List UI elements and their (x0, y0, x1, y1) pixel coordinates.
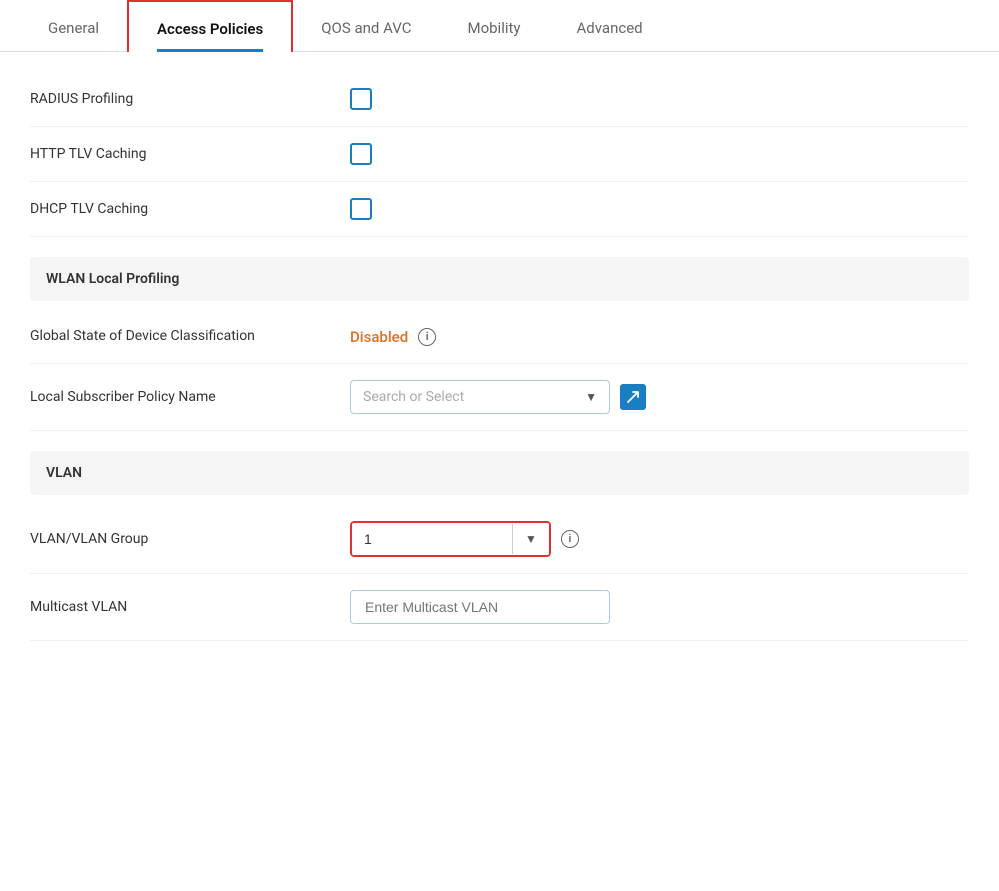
global-state-label: Global State of Device Classification (30, 327, 350, 347)
vlan-group-input-wrapper: ▼ (350, 521, 551, 557)
multicast-vlan-label: Multicast VLAN (30, 599, 350, 615)
radius-profiling-checkbox[interactable] (350, 88, 372, 110)
local-subscriber-external-link-icon[interactable] (620, 384, 646, 410)
http-tlv-caching-label: HTTP TLV Caching (30, 146, 350, 162)
vlan-group-row: VLAN/VLAN Group ▼ i (30, 505, 969, 574)
tab-bar: General Access Policies QOS and AVC Mobi… (0, 0, 999, 52)
tab-qos-avc[interactable]: QOS and AVC (293, 1, 439, 51)
vlan-section-header: VLAN (30, 451, 969, 495)
local-subscriber-control: Search or Select ▼ (350, 380, 969, 414)
radius-profiling-label: RADIUS Profiling (30, 91, 350, 107)
dhcp-tlv-caching-checkbox[interactable] (350, 198, 372, 220)
vlan-group-dropdown-btn[interactable]: ▼ (512, 524, 549, 554)
multicast-vlan-control (350, 590, 969, 624)
local-subscriber-label: Local Subscriber Policy Name (30, 389, 350, 405)
vlan-group-label: VLAN/VLAN Group (30, 531, 350, 547)
dhcp-tlv-caching-label: DHCP TLV Caching (30, 201, 350, 217)
wlan-local-profiling-header: WLAN Local Profiling (30, 257, 969, 301)
http-tlv-caching-checkbox[interactable] (350, 143, 372, 165)
vlan-group-control: ▼ i (350, 521, 969, 557)
vlan-group-input-group: ▼ (350, 521, 551, 557)
dhcp-tlv-caching-control (350, 198, 969, 220)
local-subscriber-row: Local Subscriber Policy Name Search or S… (30, 364, 969, 431)
global-state-value: Disabled (350, 328, 408, 346)
vlan-group-input[interactable] (352, 523, 512, 555)
local-subscriber-placeholder: Search or Select (363, 389, 464, 405)
tab-mobility[interactable]: Mobility (439, 1, 548, 51)
multicast-vlan-input[interactable] (350, 590, 610, 624)
http-tlv-caching-control (350, 143, 969, 165)
global-state-row: Global State of Device Classification Di… (30, 311, 969, 364)
dhcp-tlv-caching-row: DHCP TLV Caching (30, 182, 969, 237)
tab-access-policies[interactable]: Access Policies (127, 0, 293, 52)
radius-profiling-control (350, 88, 969, 110)
tab-general[interactable]: General (20, 1, 127, 51)
global-state-control: Disabled i (350, 328, 969, 346)
global-state-info-icon[interactable]: i (418, 328, 436, 346)
vlan-group-info-icon[interactable]: i (561, 530, 579, 548)
local-subscriber-dropdown[interactable]: Search or Select ▼ (350, 380, 610, 414)
tab-advanced[interactable]: Advanced (549, 1, 671, 51)
http-tlv-caching-row: HTTP TLV Caching (30, 127, 969, 182)
local-subscriber-arrow-icon: ▼ (585, 390, 597, 404)
radius-profiling-row: RADIUS Profiling (30, 72, 969, 127)
multicast-vlan-row: Multicast VLAN (30, 574, 969, 641)
content-area: RADIUS Profiling HTTP TLV Caching DHCP T… (0, 52, 999, 661)
